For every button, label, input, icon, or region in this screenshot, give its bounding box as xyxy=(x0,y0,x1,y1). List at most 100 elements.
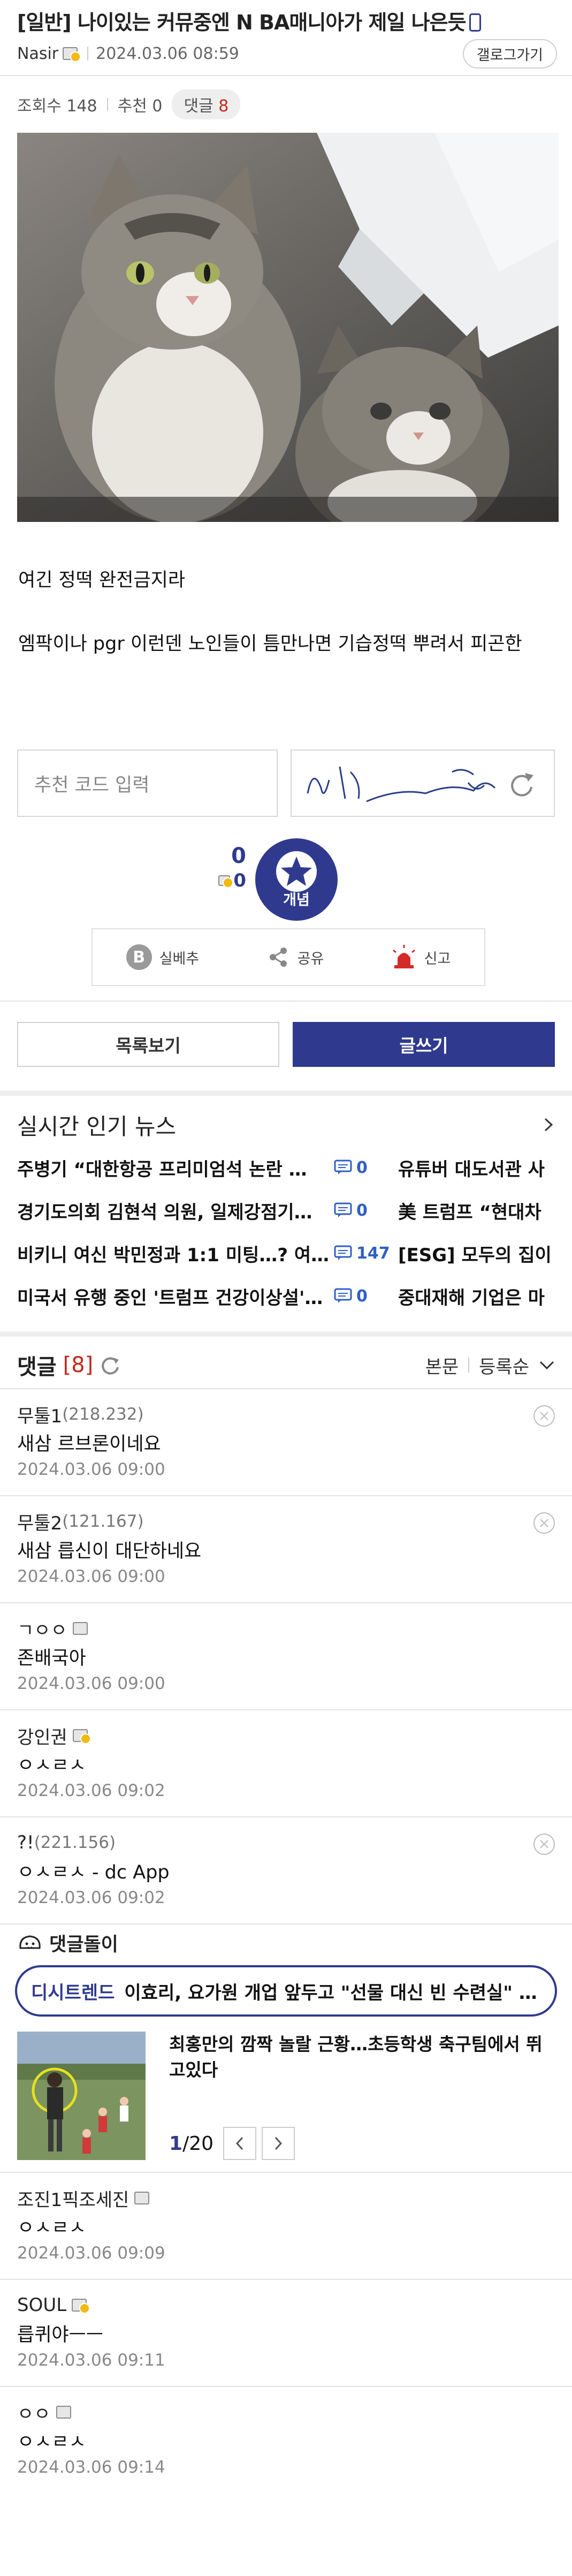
comment-date: 2024.03.06 09:11 xyxy=(17,2351,165,2370)
comment-ip: (221.156) xyxy=(34,1833,116,1852)
bot-pager: 1/20 xyxy=(169,2127,295,2160)
report-label: 신고 xyxy=(424,950,451,967)
section-divider xyxy=(0,1331,572,1337)
report-button[interactable]: 신고 xyxy=(391,945,451,969)
chevron-down-icon[interactable] xyxy=(539,1360,555,1370)
comment-text: ㅇㅅㄹㅅ - dc App xyxy=(17,1861,170,1883)
recommend-count: 추천 0 xyxy=(117,97,163,116)
news-row[interactable]: 비키니 여신 박민정과 1:1 미팅…? 여… 147 [ESG] 모두의 집이 xyxy=(17,1232,572,1275)
refresh-icon[interactable] xyxy=(100,1354,121,1376)
trend-banner[interactable]: 디시트렌드 이효리, 요가원 개업 앞두고 "선물 대신 빈 수련실" … xyxy=(15,1965,557,2017)
fixed-recommend-number: 0 xyxy=(233,870,246,891)
news-comment-number: 0 xyxy=(356,1201,368,1220)
news-comment-count: 147 xyxy=(334,1244,398,1263)
news-comment-number: 0 xyxy=(356,1286,368,1306)
news-headline[interactable]: 유튜버 대도서관 사 xyxy=(398,1155,559,1181)
comment-nick[interactable]: 무툴1 xyxy=(17,1401,62,1428)
news-headline[interactable]: 주병기 “대한항공 프리미엄석 논란 … xyxy=(17,1155,334,1181)
news-row[interactable]: 경기도의회 김현석 의원, 일제강점기… 0 美 트럼프 “현대차 xyxy=(17,1189,572,1232)
news-comment-count: 0 xyxy=(334,1201,398,1220)
comment-date: 2024.03.06 09:00 xyxy=(17,1674,165,1693)
post-actions: B 실베추 공유 신고 xyxy=(91,928,485,986)
section-divider xyxy=(0,1090,572,1096)
sort-body-button[interactable]: 본문 xyxy=(425,1352,459,1378)
comment-bubble-icon xyxy=(334,1288,352,1303)
news-headline[interactable]: 중대재해 기업은 마 xyxy=(398,1283,559,1309)
news-headline[interactable]: 비키니 여신 박민정과 1:1 미팅…? 여… xyxy=(17,1240,334,1267)
b-badge-icon: B xyxy=(126,944,152,970)
silbe-recommend-button[interactable]: B 실베추 xyxy=(126,944,199,970)
comment-count-pill[interactable]: 댓글 8 xyxy=(172,89,241,119)
comment-nick[interactable]: 무툴2 xyxy=(17,1509,62,1535)
captcha-scribble xyxy=(307,766,533,802)
pager-next-button[interactable] xyxy=(262,2127,295,2160)
pager-prev-button[interactable] xyxy=(223,2127,256,2160)
bot-title: 댓글돌이 xyxy=(49,1934,118,1956)
delete-comment-icon[interactable] xyxy=(533,1512,555,1534)
news-title: 실시간 인기 뉴스 xyxy=(17,1113,177,1140)
news-headline[interactable]: 미국서 유행 중인 '트럼프 건강이상설'… xyxy=(17,1283,334,1309)
recommend-button[interactable]: 개념 xyxy=(255,838,338,921)
post-page: [일반] 나이있는 커뮤중엔 N BA매니아가 제일 나은듯 Nasir 202… xyxy=(0,0,572,2576)
captcha-image xyxy=(291,749,555,817)
bot-news-card[interactable]: 최홍만의 깜짝 놀랄 근황…초등학생 축구팀에서 뛰고있다 1/20 xyxy=(0,2017,572,2172)
comment-text: 릅퀴야ㅡㅡ xyxy=(17,2324,104,2346)
news-headline[interactable]: 美 트럼프 “현대차 xyxy=(398,1198,559,1224)
comment-item: ㅇㅇ ㅇㅅㄹㅅ 2024.03.06 09:14 xyxy=(0,2386,572,2493)
fixed-user-icon xyxy=(218,875,234,888)
news-row[interactable]: 주병기 “대한항공 프리미엄석 논란 … 0 유튜버 대도서관 사 xyxy=(17,1146,572,1189)
news-headline[interactable]: [ESG] 모두의 집이 xyxy=(398,1240,559,1267)
recommend-code-placeholder: 추천 코드 입력 xyxy=(34,774,150,796)
recommend-button-label: 개념 xyxy=(283,892,310,908)
share-icon xyxy=(269,948,287,967)
gallog-badge-icon xyxy=(72,1729,91,1744)
comment-nick[interactable]: 조진1픽조세진 xyxy=(17,2185,129,2211)
post-date: 2024.03.06 08:59 xyxy=(96,44,239,63)
gallog-button[interactable]: 갤로그가기 xyxy=(462,39,557,69)
comment-text: 존배국아 xyxy=(17,1647,86,1669)
sort-order-dropdown[interactable]: 등록순 xyxy=(479,1352,529,1378)
news-thumbnail[interactable] xyxy=(17,2032,146,2160)
news-row[interactable]: 미국서 유행 중인 '트럼프 건강이상설'… 0 중대재해 기업은 마 xyxy=(17,1275,572,1317)
delete-comment-icon[interactable] xyxy=(533,1833,555,1855)
comments-count: [8] xyxy=(63,1353,94,1377)
chevron-right-icon xyxy=(274,2136,283,2150)
recommend-form: 추천 코드 입력 xyxy=(0,749,572,817)
comment-sort: 본문 등록순 xyxy=(425,1352,555,1378)
recommend-code-input[interactable]: 추천 코드 입력 xyxy=(17,749,278,817)
news-list: 주병기 “대한항공 프리미엄석 논란 … 0 유튜버 대도서관 사 경기도의회 … xyxy=(0,1146,572,1317)
comment-nick[interactable]: 강인권 xyxy=(17,1723,67,1749)
comment-text: ㅇㅅㄹㅅ xyxy=(17,1754,86,1776)
news-header[interactable]: 실시간 인기 뉴스 xyxy=(0,1103,572,1146)
trend-text: 이효리, 요가원 개업 앞두고 "선물 대신 빈 수련실" … xyxy=(124,1982,537,2004)
bot-news-headline[interactable]: 최홍만의 깜짝 놀랄 근황…초등학생 축구팀에서 뛰고있다 xyxy=(169,2032,544,2083)
comment-nick[interactable]: SOUL xyxy=(17,2294,66,2316)
comment-count-label: 댓글 xyxy=(184,97,213,116)
comment-item: ?! (221.156) ㅇㅅㄹㅅ - dc App 2024.03.06 09:… xyxy=(0,1816,572,1923)
news-headline[interactable]: 경기도의회 김현석 의원, 일제강점기… xyxy=(17,1198,334,1224)
bot-news-info: 최홍만의 깜짝 놀랄 근황…초등학생 축구팀에서 뛰고있다 1/20 xyxy=(169,2032,544,2172)
gallog-badge-icon xyxy=(56,2406,71,2419)
post-header: [일반] 나이있는 커뮤중엔 N BA매니아가 제일 나은듯 Nasir 202… xyxy=(0,0,572,69)
post-body: 여긴 정떡 완전금지라 엠팍이나 pgr 이런덴 노인들이 틈만나면 기습정떡 … xyxy=(0,565,572,656)
chevron-left-icon xyxy=(235,2136,243,2150)
stats-divider xyxy=(106,98,108,111)
comment-date: 2024.03.06 09:02 xyxy=(17,1781,165,1800)
author-nick[interactable]: Nasir xyxy=(17,44,58,63)
comment-nick[interactable]: ㅇㅇ xyxy=(17,2399,51,2426)
comment-count-value: 8 xyxy=(218,97,229,116)
comment-nick[interactable]: ㄱㅇㅇ xyxy=(17,1616,67,1642)
share-button[interactable]: 공유 xyxy=(266,945,324,969)
comments-header: 댓글 [8] 본문 등록순 xyxy=(0,1342,572,1388)
post-body-line: 엠팍이나 pgr 이런덴 노인들이 틈만나면 기습정떡 뿌려서 피곤한 xyxy=(18,633,522,655)
comment-nick[interactable]: ?! xyxy=(17,1832,34,1853)
chevron-right-icon[interactable] xyxy=(542,1117,555,1133)
write-button[interactable]: 글쓰기 xyxy=(293,1022,555,1067)
delete-comment-icon[interactable] xyxy=(533,1405,555,1427)
refresh-captcha-icon[interactable] xyxy=(511,773,533,797)
list-button[interactable]: 목록보기 xyxy=(17,1022,279,1067)
comment-item: 강인권 ㅇㅅㄹㅅ 2024.03.06 09:02 xyxy=(0,1709,572,1816)
news-comment-count: 0 xyxy=(334,1158,398,1177)
news-comment-count: 0 xyxy=(334,1287,398,1306)
post-image[interactable] xyxy=(17,133,559,522)
